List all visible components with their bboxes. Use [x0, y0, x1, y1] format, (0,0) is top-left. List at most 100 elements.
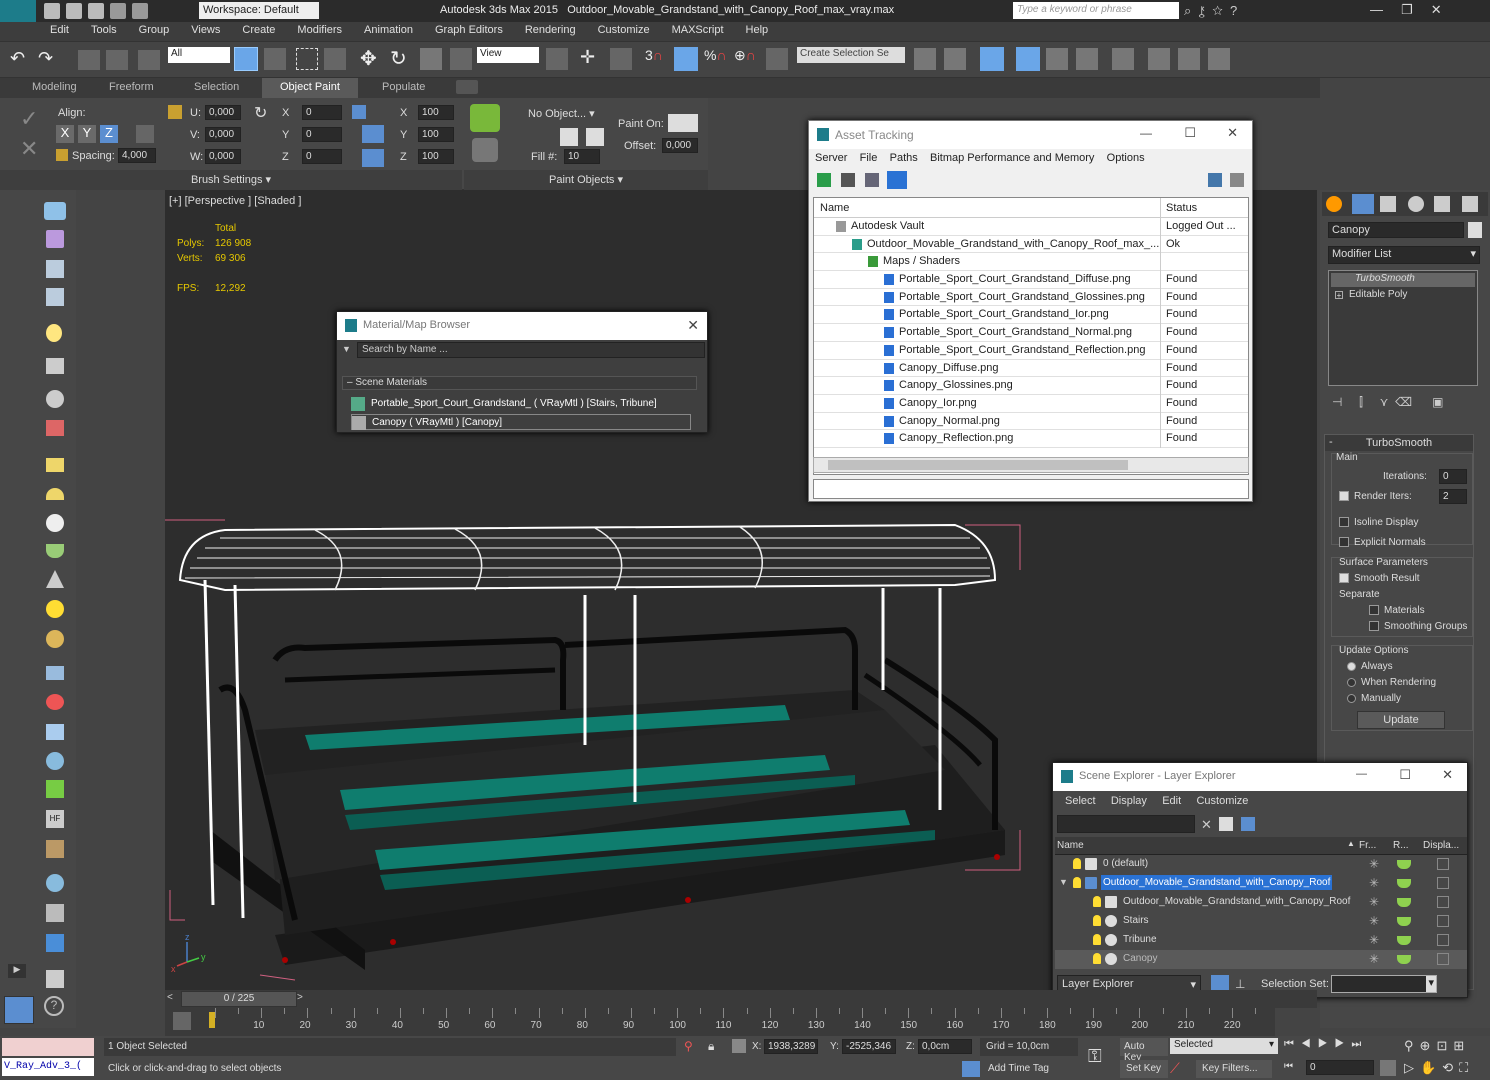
key-icon[interactable]: ⚷: [1199, 3, 1205, 18]
renderable-icon[interactable]: [1397, 879, 1411, 888]
material-item[interactable]: Canopy ( VRayMtl ) [Canopy]: [351, 414, 691, 430]
freeze-icon[interactable]: ✳: [1369, 933, 1379, 947]
uniform-scale-icon[interactable]: [362, 125, 384, 143]
render-icon[interactable]: [46, 230, 64, 248]
search-input[interactable]: Search by Name ...: [357, 342, 705, 358]
show-end-result-icon[interactable]: ⫿: [1359, 395, 1363, 409]
scale-icon[interactable]: [420, 48, 442, 70]
close-icon[interactable]: ✕: [1431, 2, 1442, 17]
display-box-icon[interactable]: [1437, 877, 1449, 889]
percent-snap-icon[interactable]: %∩: [704, 47, 727, 63]
plant-icon[interactable]: [46, 780, 64, 798]
isolate-icon[interactable]: ⚲: [684, 1039, 693, 1053]
asset-row[interactable]: Portable_Sport_Court_Grandstand_Diffuse.…: [814, 271, 1248, 290]
hemisphere-icon[interactable]: [46, 488, 64, 500]
asset-row[interactable]: Canopy_Diffuse.png Found: [814, 359, 1248, 378]
scale-brush-icon[interactable]: [168, 105, 182, 119]
star-icon[interactable]: ☆: [1212, 3, 1223, 18]
stack-item-editable-poly[interactable]: + Editable Poly: [1329, 289, 1477, 303]
column-render[interactable]: R...: [1393, 840, 1409, 851]
select-manipulate-icon[interactable]: ✛: [580, 47, 595, 68]
asset-row[interactable]: Portable_Sport_Court_Grandstand_Glossine…: [814, 288, 1248, 307]
asset-row[interactable]: Outdoor_Movable_Grandstand_with_Canopy_R…: [814, 235, 1248, 254]
sun-icon[interactable]: [46, 600, 64, 618]
display-box-icon[interactable]: [1437, 953, 1449, 965]
pick-object-icon[interactable]: [560, 128, 578, 146]
menu-customize[interactable]: Customize: [1196, 795, 1248, 807]
help-icon[interactable]: [1208, 173, 1222, 187]
close-icon[interactable]: ✕: [1442, 767, 1453, 783]
display-box-icon[interactable]: [1437, 858, 1449, 870]
binoculars-icon[interactable]: ⌕: [1184, 3, 1191, 18]
selection-set-dropdown[interactable]: ▾: [1331, 975, 1437, 993]
lock-scale-icon[interactable]: [362, 149, 384, 167]
workspace-dropdown[interactable]: Workspace: Default: [199, 2, 319, 19]
table-view-icon[interactable]: [887, 171, 907, 189]
remove-modifier-icon[interactable]: ⌫: [1395, 395, 1412, 409]
helper-icon[interactable]: [46, 724, 64, 740]
lightbulb-icon[interactable]: [1093, 953, 1101, 964]
object-color-swatch[interactable]: [1468, 222, 1482, 238]
renderable-icon[interactable]: [1397, 936, 1411, 945]
keyboard-shortcut-icon[interactable]: [610, 48, 632, 70]
rotate-brush-icon[interactable]: ↻: [254, 103, 267, 123]
brush-settings-bar[interactable]: Brush Settings ▾: [0, 170, 462, 190]
menu-create[interactable]: Create: [232, 22, 287, 36]
render-icon[interactable]: [1208, 48, 1230, 70]
renderable-icon[interactable]: [1397, 860, 1411, 869]
fov-icon[interactable]: ▷: [1404, 1060, 1420, 1075]
freeze-icon[interactable]: ✳: [1369, 876, 1379, 890]
object-row[interactable]: Stairs ✳: [1055, 912, 1467, 931]
absolute-mode-icon[interactable]: [732, 1039, 746, 1053]
column-status[interactable]: Status: [1166, 202, 1197, 214]
menu-modifiers[interactable]: Modifiers: [287, 22, 354, 36]
pot-icon[interactable]: [46, 544, 64, 558]
clear-icon[interactable]: ✕: [1201, 817, 1212, 833]
maxscript-listener-pink[interactable]: [2, 1038, 94, 1056]
renderable-icon[interactable]: [1397, 917, 1411, 926]
smoothing-groups-checkbox[interactable]: Smoothing Groups: [1369, 621, 1467, 632]
next-frame-icon[interactable]: >: [297, 992, 309, 1006]
rotate-y-input[interactable]: 0: [302, 127, 342, 142]
lightbulb-icon[interactable]: [1093, 896, 1101, 907]
curve-editor-icon[interactable]: [1046, 48, 1068, 70]
asset-row[interactable]: Portable_Sport_Court_Grandstand_Normal.p…: [814, 324, 1248, 343]
teapot-icon[interactable]: [44, 202, 66, 220]
key-set-dropdown[interactable]: Selected ▾: [1170, 1038, 1278, 1054]
x-axis-button[interactable]: X: [56, 125, 74, 143]
zoom-all-icon[interactable]: ⊕: [1420, 1038, 1437, 1053]
lightbulb-icon[interactable]: [1073, 858, 1081, 869]
named-selection-dropdown[interactable]: Create Selection Se: [797, 47, 905, 63]
scale-z-input[interactable]: 100: [418, 149, 454, 164]
freeze-icon[interactable]: ✳: [1369, 914, 1379, 928]
column-freeze[interactable]: Fr...: [1359, 840, 1376, 851]
iterations-input[interactable]: 0: [1439, 469, 1467, 484]
check-icon[interactable]: ✓: [20, 106, 38, 132]
y-coordinate-input[interactable]: -2525,346: [842, 1039, 896, 1054]
scatter-icon[interactable]: [46, 840, 64, 858]
edit-list-icon[interactable]: [586, 128, 604, 146]
camera-icon[interactable]: [46, 358, 64, 374]
zoom-extents-all-icon[interactable]: ⊞: [1453, 1038, 1470, 1053]
thumbnail-icon[interactable]: [865, 173, 879, 187]
particles-icon[interactable]: [46, 666, 64, 680]
tab-freeform[interactable]: Freeform: [109, 81, 154, 93]
undo-icon[interactable]: [110, 3, 126, 19]
menu-edit[interactable]: Edit: [40, 22, 81, 36]
placement-icon[interactable]: [450, 48, 472, 70]
vray-sphere-icon[interactable]: [46, 874, 64, 892]
maxscript-mini-listener[interactable]: V_Ray_Adv_3_(: [2, 1058, 94, 1076]
cone-icon[interactable]: [46, 570, 64, 588]
key-filters-button[interactable]: Key Filters...: [1196, 1060, 1272, 1078]
snap-toggle-icon[interactable]: 3∩: [645, 47, 663, 63]
object-name-input[interactable]: Canopy: [1328, 222, 1464, 238]
freeze-icon[interactable]: ✳: [1369, 857, 1379, 871]
always-radio[interactable]: Always: [1347, 661, 1393, 672]
sphere-icon[interactable]: [46, 514, 64, 532]
menu-graph-editors[interactable]: Graph Editors: [425, 22, 515, 36]
paint-objects-bar[interactable]: Paint Objects ▾: [464, 170, 708, 190]
column-name[interactable]: Name: [1057, 840, 1084, 851]
key-icon[interactable]: ⟋: [1170, 1060, 1188, 1078]
disc-icon[interactable]: [46, 630, 64, 648]
viewport-layout-icon[interactable]: [4, 996, 34, 1024]
